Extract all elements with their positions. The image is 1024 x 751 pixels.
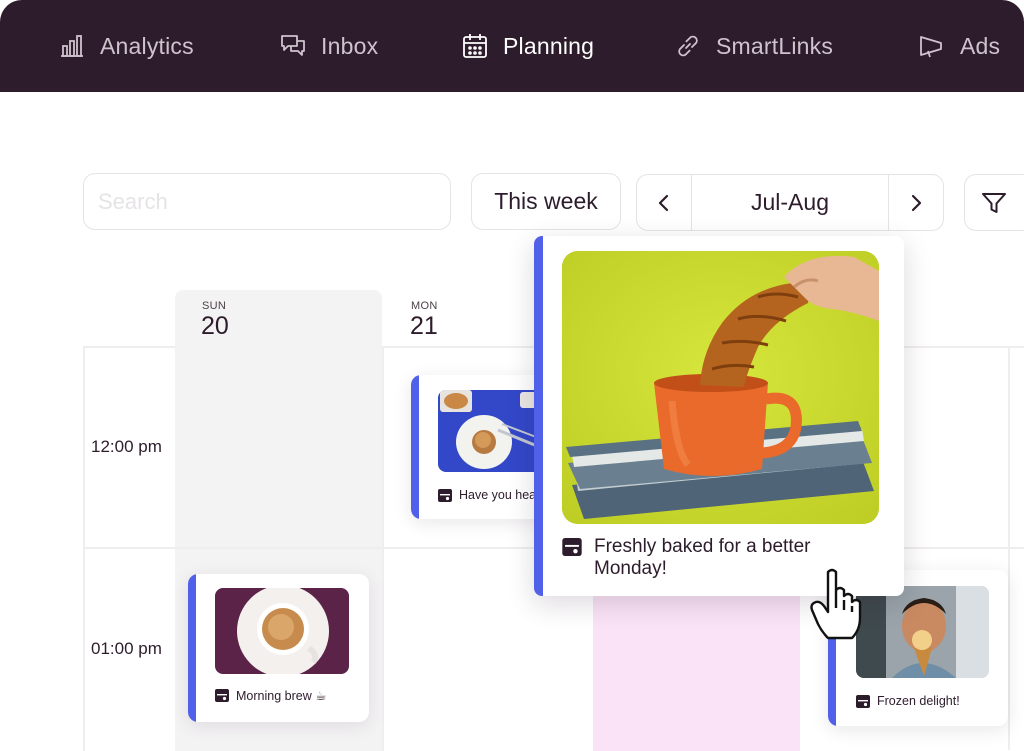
grid-line <box>1008 346 1010 751</box>
nav-item-inbox[interactable]: Inbox <box>279 28 378 64</box>
post-card-featured-preview[interactable]: Freshly baked for a better Monday! <box>534 236 904 596</box>
post-thumbnail <box>215 588 349 674</box>
day-number[interactable]: 21 <box>410 312 438 341</box>
search-field[interactable] <box>83 173 451 230</box>
bar-chart-icon <box>61 35 83 57</box>
nav-item-smartlinks[interactable]: SmartLinks <box>674 28 833 64</box>
post-thumbnail <box>856 586 989 678</box>
next-period-button[interactable] <box>888 175 943 230</box>
calendar-icon <box>463 34 487 58</box>
store-icon <box>856 694 870 708</box>
post-caption: Have you hea <box>438 488 536 502</box>
card-accent <box>534 236 543 596</box>
card-accent <box>188 574 196 722</box>
post-caption: Frozen delight! <box>856 694 960 708</box>
grid-line <box>903 346 1024 348</box>
nav-item-planning[interactable]: Planning <box>461 28 594 64</box>
filter-icon <box>982 192 1006 213</box>
link-icon <box>678 35 698 57</box>
nav-item-ads[interactable]: Ads <box>918 28 1000 64</box>
this-week-button[interactable]: This week <box>471 173 621 230</box>
chevron-right-icon <box>911 194 922 211</box>
nav-label: Inbox <box>321 32 379 59</box>
caption-text: Have you hea <box>459 488 537 502</box>
nav-label: SmartLinks <box>716 32 834 59</box>
chevron-left-icon <box>658 194 669 211</box>
store-icon <box>562 538 582 556</box>
app-window: Analytics Inbox Planning SmartLinks Ads … <box>0 0 1024 751</box>
card-accent <box>411 375 419 519</box>
nav-label: Planning <box>503 32 595 59</box>
grid-line <box>83 346 175 348</box>
grid-line <box>382 346 542 348</box>
hand-pointer-cursor-icon <box>810 568 862 640</box>
grid-line <box>382 346 384 751</box>
date-range-label[interactable]: Jul-Aug <box>692 175 888 230</box>
store-icon <box>438 488 452 502</box>
megaphone-icon <box>920 36 942 58</box>
post-caption: Morning brew ☕ <box>215 688 326 703</box>
search-input[interactable] <box>84 174 450 229</box>
top-navigation: Analytics Inbox Planning SmartLinks Ads <box>0 0 1024 92</box>
time-label: 12:00 pm <box>91 437 162 456</box>
grid-line <box>83 346 85 751</box>
time-label: 01:00 pm <box>91 639 162 658</box>
post-image <box>562 251 879 524</box>
nav-label: Analytics <box>100 32 194 59</box>
post-thumbnail <box>438 390 548 472</box>
day-number[interactable]: 20 <box>201 312 229 341</box>
day-of-week-label: SUN <box>202 300 227 312</box>
date-navigator: Jul-Aug <box>636 174 944 231</box>
nav-item-analytics[interactable]: Analytics <box>58 28 194 64</box>
filter-button[interactable] <box>964 174 1024 231</box>
caption-text: Frozen delight! <box>877 694 960 708</box>
previous-period-button[interactable] <box>637 175 692 230</box>
day-of-week-label: MON <box>411 300 438 312</box>
caption-text: Morning brew ☕ <box>236 689 327 703</box>
nav-label: Ads <box>960 32 1001 59</box>
post-card-morning-brew[interactable]: Morning brew ☕ <box>188 574 369 722</box>
store-icon <box>215 689 229 702</box>
chat-bubbles-icon <box>281 35 305 56</box>
highlighted-time-slot[interactable] <box>593 588 800 751</box>
